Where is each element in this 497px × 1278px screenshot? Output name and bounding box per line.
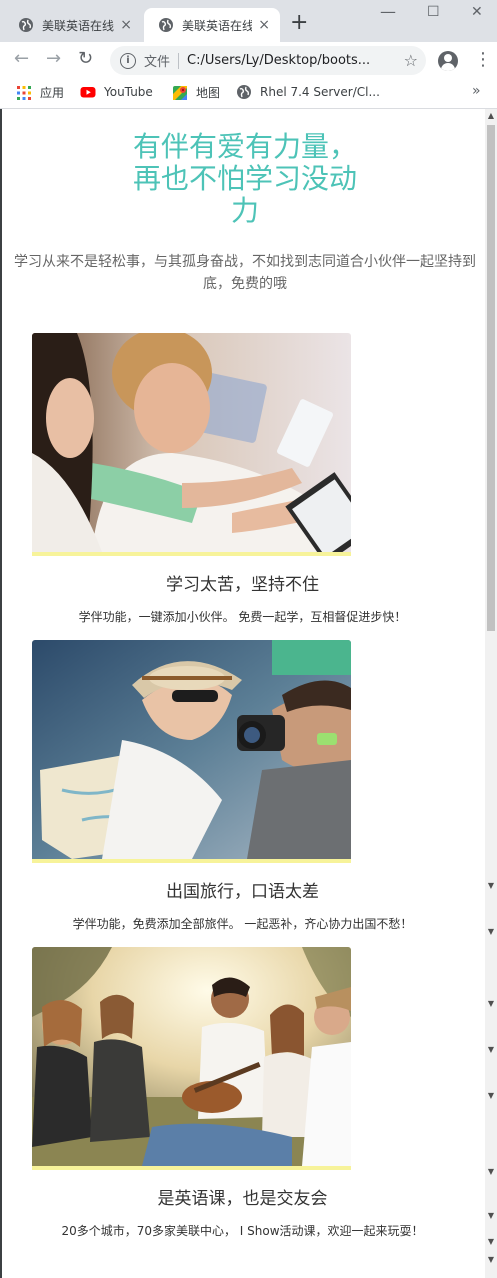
feature-title: 出国旅行，口语太差 [166, 882, 319, 902]
globe-icon [19, 18, 33, 32]
tab-close-icon[interactable]: × [120, 17, 132, 33]
feature-description: 20多个城市，70多家美联中心， I Show活动课，欢迎一起来玩耍！ [61, 1224, 424, 1238]
bookmark-youtube[interactable]: YouTube [80, 84, 153, 100]
globe-icon [237, 85, 251, 99]
tab-strip: 美联英语在线 × 美联英语在线 × + — ☐ ✕ [0, 0, 497, 42]
scroll-down-arrow-icon[interactable]: ▼ [485, 1256, 497, 1264]
forward-button[interactable]: → [46, 49, 61, 69]
avatar-body [441, 63, 455, 71]
scroll-marker-icon: ▼ [487, 927, 495, 936]
window-edge [0, 109, 2, 1278]
image-underline [32, 859, 351, 863]
scroll-marker-icon: ▼ [487, 881, 495, 890]
scroll-marker-icon: ▼ [487, 999, 495, 1008]
tab-active[interactable]: 美联英语在线 × [144, 8, 280, 42]
new-tab-button[interactable]: + [290, 12, 308, 34]
scroll-marker-icon: ▼ [487, 1167, 495, 1176]
feature-title: 是英语课，也是交友会 [157, 1189, 328, 1209]
vertical-scrollbar[interactable]: ▲ ▼ ▼ ▼ ▼ ▼ ▼ ▼ ▼ ▼ [485, 109, 497, 1278]
hero-title: 有伴有爱有力量，再也不怕学习没动力 [132, 130, 357, 227]
bookmarks-bar: 应用 YouTube 地图 Rhel 7.4 Server/Cl... » [0, 78, 497, 109]
youtube-icon [80, 87, 96, 98]
image-underline [32, 552, 351, 556]
bookmark-apps[interactable]: 应用 [16, 84, 64, 101]
scroll-marker-icon: ▼ [487, 1237, 495, 1246]
feature-description: 学伴功能，免费添加全部旅伴。 一起恶补，齐心协力出国不愁！ [72, 917, 413, 931]
bookmark-label: 应用 [40, 86, 65, 100]
scheme-label: 文件 [144, 55, 171, 70]
travelers-with-map-and-camera-photo [32, 640, 351, 859]
browser-menu-icon[interactable]: ⋮ [474, 50, 492, 70]
feature-description: 学伴功能，一键添加小伙伴。 免费一起学，互相督促进步快！ [78, 610, 407, 624]
browser-toolbar: ← → ↻ i 文件 C:/Users/Ly/Desktop/boots... … [0, 42, 497, 78]
profile-avatar-icon[interactable] [438, 51, 458, 71]
maps-icon [173, 85, 187, 100]
bookmark-star-icon[interactable]: ☆ [404, 51, 418, 70]
scroll-marker-icon: ▼ [487, 1211, 495, 1220]
image-underline [32, 1166, 351, 1170]
avatar-head [444, 54, 452, 62]
bookmarks-overflow-icon[interactable]: » [472, 83, 481, 99]
tab-title: 美联英语在线 [42, 18, 115, 33]
back-button[interactable]: ← [14, 49, 29, 69]
close-window-button[interactable]: ✕ [471, 4, 483, 20]
minimize-button[interactable]: — [380, 2, 396, 21]
bookmark-maps[interactable]: 地图 [172, 84, 220, 101]
bookmark-label: Rhel 7.4 Server/Cl... [260, 85, 380, 99]
tab-close-icon[interactable]: × [258, 17, 270, 33]
scroll-marker-icon: ▼ [487, 1045, 495, 1054]
bookmark-label: 地图 [196, 86, 221, 100]
feature-title: 学习太苦，坚持不住 [166, 575, 319, 595]
divider [178, 52, 180, 69]
bookmark-label: YouTube [104, 85, 153, 99]
students-studying-with-tablet-photo [32, 333, 351, 552]
url-text[interactable]: C:/Users/Ly/Desktop/boots... [187, 53, 398, 68]
reload-button[interactable]: ↻ [78, 49, 93, 69]
page-viewport: 有伴有爱有力量，再也不怕学习没动力 学习从来不是轻松事，与其孤身奋战，不如找到志… [0, 109, 497, 1278]
maximize-button[interactable]: ☐ [427, 4, 440, 20]
scroll-up-arrow-icon[interactable]: ▲ [485, 111, 497, 120]
bookmark-rhel[interactable]: Rhel 7.4 Server/Cl... [236, 84, 380, 100]
site-info-icon[interactable]: i [120, 52, 136, 69]
tab-inactive[interactable]: 美联英语在线 × [4, 8, 142, 42]
scrollbar-thumb[interactable] [487, 125, 495, 631]
scroll-marker-icon: ▼ [487, 1091, 495, 1100]
friends-with-guitar-outdoors-photo [32, 947, 351, 1166]
globe-icon [159, 18, 173, 32]
tab-title: 美联英语在线 [182, 18, 253, 33]
hero-subtitle: 学习从来不是轻松事，与其孤身奋战，不如找到志同道合小伙伴一起坚持到底，免费的哦 [14, 254, 476, 292]
apps-grid-icon [17, 85, 31, 100]
address-bar[interactable]: i 文件 C:/Users/Ly/Desktop/boots... ☆ [110, 46, 426, 75]
